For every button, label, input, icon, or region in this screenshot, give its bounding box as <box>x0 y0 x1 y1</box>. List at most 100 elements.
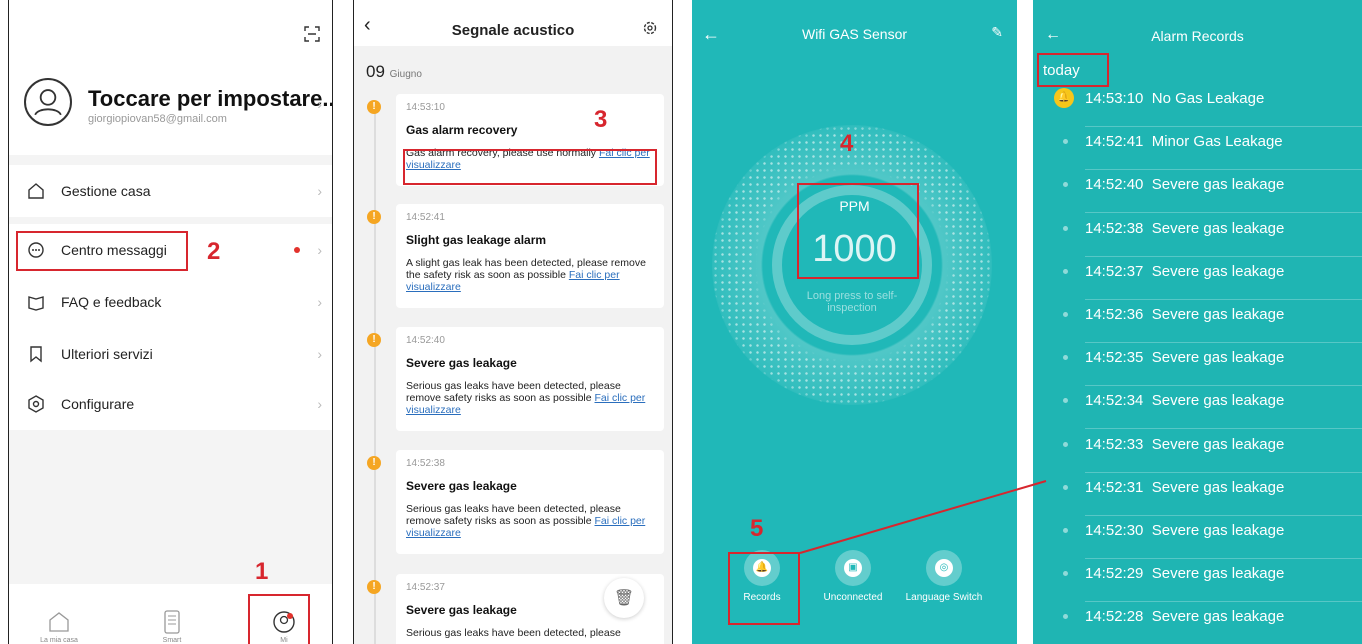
edit-icon[interactable]: ✎ <box>991 24 1003 41</box>
record-row[interactable]: 14:52:34 Severe gas leakage <box>1033 386 1362 430</box>
record-dot <box>1063 398 1068 404</box>
tab-smart[interactable]: Smart <box>137 609 207 644</box>
record-row[interactable]: 14:52:29 Severe gas leakage <box>1033 559 1362 603</box>
self-inspection-hint: Long press to self-inspection <box>806 290 898 314</box>
page-title: Wifi GAS Sensor <box>801 26 908 42</box>
menu-item-ulteriori-servizi[interactable]: Ulteriori servizi › <box>9 328 332 380</box>
annotation-box-3 <box>403 149 657 185</box>
record-dot <box>1063 139 1068 145</box>
screenshot-collage: Toccare per impostare... giorgiopiovan58… <box>0 0 1362 644</box>
warning-icon: ! <box>367 100 381 114</box>
notification-card[interactable]: 14:52:40 Severe gas leakage Serious gas … <box>396 327 664 431</box>
annotation-number-4: 4 <box>840 130 854 157</box>
record-text: 14:52:40 Severe gas leakage <box>1085 176 1284 193</box>
record-text: 14:52:41 Minor Gas Leakage <box>1085 133 1283 150</box>
record-row[interactable]: 14:52:30 Severe gas leakage <box>1033 516 1362 559</box>
warning-icon: ! <box>367 580 381 594</box>
header: ‹ Segnale acustico <box>354 0 672 46</box>
record-text: 14:52:33 Severe gas leakage <box>1085 436 1284 453</box>
menu-group-settings: Configurare › <box>9 378 332 430</box>
card-title: Slight gas leakage alarm <box>406 233 547 247</box>
record-text: 14:52:31 Severe gas leakage <box>1085 479 1284 496</box>
warning-icon: ! <box>367 210 381 224</box>
record-row[interactable]: 14:52:40 Severe gas leakage <box>1033 170 1362 214</box>
record-time: 14:52:41 <box>1085 133 1144 151</box>
record-row[interactable]: 14:52:37 Severe gas leakage <box>1033 257 1362 300</box>
date-month: Giugno <box>389 69 422 80</box>
gear-icon[interactable] <box>642 20 658 36</box>
record-dot <box>1063 312 1068 317</box>
record-label: Severe gas leakage <box>1151 435 1285 453</box>
settings-icon <box>25 393 47 415</box>
record-time: 14:52:28 <box>1085 608 1144 626</box>
tab-la-mia-casa[interactable]: La mia casa <box>24 609 94 644</box>
menu-item-label: FAQ e feedback <box>61 294 162 310</box>
card-title: Severe gas leakage <box>406 356 517 370</box>
alarm-records-screen: ← Alarm Records today 🔔 14:53:10 No Gas L… <box>1033 0 1362 644</box>
card-time: 14:52:41 <box>406 212 445 223</box>
record-dot <box>1063 571 1068 577</box>
scan-icon[interactable] <box>304 26 320 42</box>
record-dot <box>1063 268 1068 274</box>
sensor-screen: ← Wifi GAS Sensor ✎ PPM 1000 Long press … <box>692 0 1017 644</box>
card-title: Severe gas leakage <box>406 479 517 493</box>
record-dot <box>1063 484 1068 490</box>
record-label: Severe gas leakage <box>1151 522 1285 539</box>
menu-item-faq-feedback[interactable]: FAQ e feedback › <box>9 276 332 328</box>
chevron-right-icon: › <box>317 96 322 112</box>
annotation-number-3: 3 <box>594 106 608 133</box>
record-text: 14:52:36 Severe gas leakage <box>1085 306 1284 323</box>
record-row[interactable]: 14:52:35 Severe gas leakage <box>1033 343 1362 387</box>
menu-item-gestione-casa[interactable]: Gestione casa › <box>9 165 332 217</box>
card-text: Serious gas leaks have been detected, pl… <box>406 627 621 639</box>
record-dot <box>1063 614 1068 620</box>
record-row[interactable]: 14:52:36 Severe gas leakage <box>1033 300 1362 343</box>
annotation-box-1 <box>248 594 310 644</box>
tab-label: La mia casa <box>40 637 78 644</box>
profile-email: giorgiopiovan58@gmail.com <box>88 113 227 125</box>
notification-card[interactable]: 14:52:38 Severe gas leakage Serious gas … <box>396 450 664 554</box>
trash-icon[interactable]: 🗑 <box>604 578 644 618</box>
card-body: Serious gas leaks have been detected, pl… <box>406 380 654 416</box>
menu-item-configurare[interactable]: Configurare › <box>9 378 332 430</box>
record-row[interactable]: 14:52:41 Minor Gas Leakage <box>1033 127 1362 171</box>
chevron-right-icon: › <box>317 242 322 258</box>
record-row[interactable]: 14:52:38 Severe gas leakage <box>1033 214 1362 257</box>
record-row[interactable]: 14:52:33 Severe gas leakage <box>1033 430 1362 473</box>
notification-card[interactable]: 14:52:41 Slight gas leakage alarm A slig… <box>396 204 664 308</box>
annotation-number-2: 2 <box>207 238 221 265</box>
menu-item-label: Gestione casa <box>61 183 151 199</box>
card-time: 14:52:38 <box>406 458 445 469</box>
compass-icon: ◎ <box>926 550 962 586</box>
house-tab-icon <box>46 609 72 635</box>
record-row[interactable]: 🔔 14:53:10 No Gas Leakage <box>1033 84 1362 127</box>
avatar[interactable] <box>24 78 72 126</box>
timeline-line <box>374 102 376 644</box>
record-dot <box>1063 182 1068 188</box>
record-text: 14:52:35 Severe gas leakage <box>1085 349 1284 366</box>
record-label: Severe gas leakage <box>1151 306 1285 323</box>
annotation-number-1: 1 <box>255 558 269 585</box>
book-icon <box>25 291 47 313</box>
chevron-right-icon: › <box>317 183 322 199</box>
record-text: 14:52:29 Severe gas leakage <box>1085 565 1284 582</box>
record-row[interactable]: 14:52:31 Severe gas leakage <box>1033 473 1362 516</box>
button-label: Language Switch <box>905 592 983 603</box>
date-header: 09 Giugno <box>366 62 422 82</box>
record-time: 14:52:31 <box>1085 478 1144 496</box>
record-label: Severe gas leakage <box>1151 392 1285 410</box>
card-text: Serious gas leaks have been detected, pl… <box>406 380 621 404</box>
annotation-box-today <box>1037 53 1109 87</box>
record-row[interactable]: 14:52:28 Severe gas leakage <box>1033 602 1362 644</box>
chevron-right-icon: › <box>317 294 322 310</box>
record-time: 14:52:34 <box>1085 392 1144 410</box>
card-time: 14:53:10 <box>406 102 445 113</box>
record-time: 14:52:35 <box>1085 349 1144 367</box>
unconnected-button[interactable]: ▣ Unconnected <box>813 550 893 603</box>
bell-icon: 🔔 <box>1054 88 1074 108</box>
profile-name[interactable]: Toccare per impostare... <box>88 86 332 112</box>
language-switch-button[interactable]: ◎ Language Switch <box>904 550 984 603</box>
card-title: Gas alarm recovery <box>406 123 518 137</box>
card-body: A slight gas leak has been detected, ple… <box>406 257 654 293</box>
record-time: 14:52:38 <box>1085 219 1144 237</box>
